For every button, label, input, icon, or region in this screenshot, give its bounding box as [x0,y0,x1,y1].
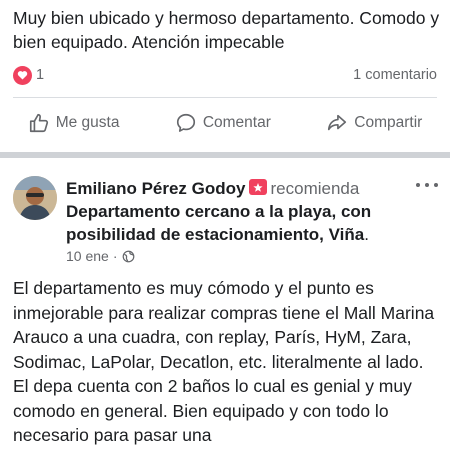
comment-count-link[interactable]: 1 comentario [353,67,437,83]
reaction-count: 1 [36,67,45,83]
share-label: Compartir [354,114,423,131]
date-separator: · [112,248,118,264]
share-button[interactable]: Compartir [316,108,432,138]
page-title-link[interactable]: Departamento cercano a la playa, con pos… [66,202,371,244]
post-header: Emiliano Pérez Godoy recomienda Departame… [66,177,406,246]
love-reaction-icon [13,65,32,85]
review-body: El departamento es muy cómodo y el punto… [13,278,435,445]
author-name[interactable]: Emiliano Pérez Godoy [66,179,246,198]
post-actions: Me gusta Comentar Compartir [0,106,450,140]
feed: Muy bien ubicado y hermoso departamento.… [0,0,450,450]
like-button[interactable]: Me gusta [18,108,130,138]
comment-button[interactable]: Comentar [165,108,281,138]
post-separator [0,152,450,158]
share-arrow-icon [328,114,347,131]
more-options-icon[interactable] [416,180,438,190]
post-meta: 10 ene · [66,248,135,264]
reaction-summary[interactable]: 1 [13,65,45,85]
recommends-label: recomienda [270,179,360,198]
like-label: Me gusta [55,114,120,131]
recommendation-badge-icon [248,179,267,195]
comment-bubble-icon [176,113,195,132]
title-suffix: . [364,225,369,244]
thumbs-up-icon [29,113,48,133]
profile-photo [13,176,57,220]
divider [13,97,437,98]
reactions-summary: 1 1 comentario [13,64,437,86]
post-date[interactable]: 10 ene [66,248,109,264]
globe-icon [122,250,134,262]
review-text: Muy bien ubicado y hermoso departamento.… [13,8,440,52]
avatar[interactable] [13,176,57,220]
comment-label: Comentar [202,114,271,131]
